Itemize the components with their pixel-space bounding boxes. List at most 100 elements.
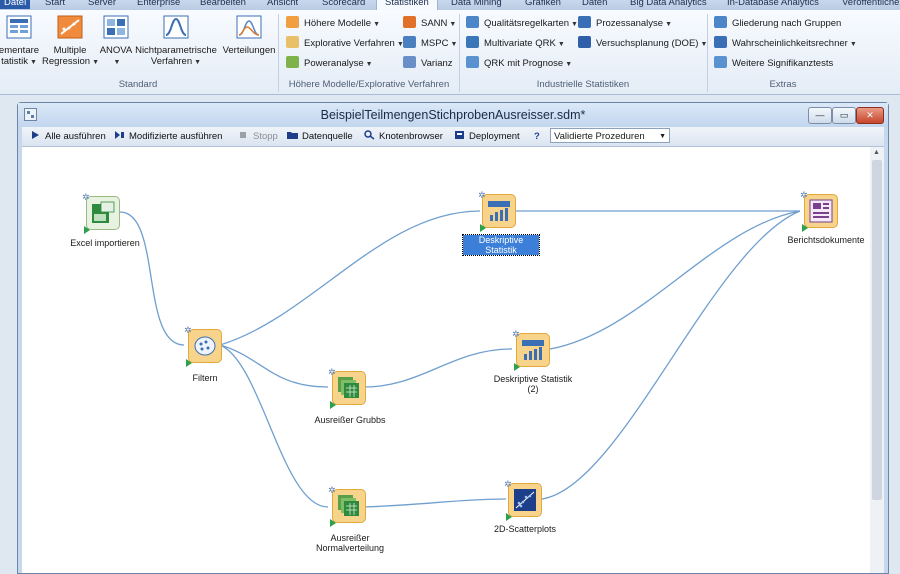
node-filtern[interactable]: ✲: [184, 325, 222, 367]
tab-bearbeiten[interactable]: Bearbeiten: [200, 0, 246, 9]
versuchsplanung-doe-button[interactable]: Versuchsplanung (DOE) ▼: [578, 36, 707, 52]
gear-icon: ✲: [82, 192, 90, 202]
nodebrowser-label: Knotenbrowser: [379, 131, 443, 142]
mspc-button[interactable]: MSPC ▼: [403, 36, 457, 52]
play-icon: [480, 224, 486, 232]
filter-icon: [194, 336, 216, 356]
multiple-regression-button[interactable]: Multiple Regression ▼: [42, 15, 99, 68]
close-button[interactable]: ✕: [856, 107, 884, 124]
group-title-standard: Standard: [118, 79, 158, 90]
deployment-icon: [455, 131, 464, 139]
tab-ansicht[interactable]: Ansicht: [267, 0, 298, 9]
tab-veroeffentlichen[interactable]: Veröffentliche: [842, 0, 899, 9]
run-modified-button[interactable]: Modifizierte ausführen: [114, 129, 222, 144]
ribbon-tab-strip: Datei Start Server Enterprise Bearbeiten…: [0, 0, 900, 10]
node-ausreisser-grubbs[interactable]: ✲: [328, 367, 366, 409]
tab-grafiken[interactable]: Grafiken: [525, 0, 561, 9]
connection-filter-normalverteilung: [219, 344, 329, 508]
nichtparametrisch-label-2: Verfahren: [150, 56, 193, 67]
multiple-label-2: Regression: [42, 56, 91, 67]
maximize-button[interactable]: ▭: [832, 107, 856, 124]
anova-button[interactable]: ANOVA ▼: [98, 15, 134, 68]
multivariate-qrk-button[interactable]: Multivariate QRK ▼: [466, 36, 565, 52]
tab-datei[interactable]: Datei: [0, 0, 31, 9]
connection-lines: [119, 210, 801, 508]
gear-icon: ✲: [800, 190, 808, 200]
node-label-grubbs: Ausreißer Grubbs: [314, 415, 386, 425]
dropdown-arrow-icon: ▼: [565, 61, 573, 68]
dropdown-arrow-icon: ▼: [571, 21, 578, 28]
nichtparametrische-verfahren-button[interactable]: Nichtparametrische Verfahren ▼: [132, 15, 220, 68]
hoehere-modelle-button[interactable]: Höhere Modelle ▼: [286, 16, 380, 32]
wahrscheinlichkeitsrechner-label: Wahrscheinlichkeitsrechner: [732, 38, 848, 49]
tab-in-database[interactable]: In-Database Analytics: [727, 0, 819, 9]
excel-icon: [92, 201, 115, 223]
minimize-button[interactable]: —: [808, 107, 832, 124]
tab-daten[interactable]: Daten: [582, 0, 607, 9]
gliederung-nach-gruppen-button[interactable]: Gliederung nach Gruppen: [714, 16, 841, 32]
gear-icon: ✲: [478, 190, 486, 200]
node-2d-scatterplots[interactable]: ✲: [504, 479, 542, 521]
weitere-signifikanztests-button[interactable]: Weitere Signifikanztests: [714, 56, 833, 72]
verteilungen-icon: [236, 15, 262, 39]
datasource-button[interactable]: Datenquelle: [287, 129, 353, 144]
window-title: BeispielTeilmengenStichprobenAusreisser.…: [320, 108, 586, 122]
multivariate-qrk-label: Multivariate QRK: [484, 38, 556, 49]
tab-scorecard[interactable]: Scorecard: [322, 0, 365, 9]
deployment-button[interactable]: Deployment: [454, 129, 520, 144]
group-title-industrielle-statistiken: Industrielle Statistiken: [536, 79, 630, 90]
sann-button[interactable]: SANN ▼: [403, 16, 456, 32]
ribbon: ementare tatistik ▼ Multiple Regression ▼ …: [0, 10, 900, 95]
run-all-label: Alle ausführen: [45, 131, 106, 142]
procedure-select[interactable]: Validierte Prozeduren ▼: [550, 128, 670, 143]
qrk-mit-prognose-icon: [466, 56, 479, 68]
prozessanalyse-button[interactable]: Prozessanalyse ▼: [578, 16, 672, 32]
nichtparametrisch-label-1: Nichtparametrische: [135, 45, 217, 56]
tab-enterprise[interactable]: Enterprise: [137, 0, 180, 9]
nodebrowser-button[interactable]: Knotenbrowser: [364, 129, 443, 144]
node-deskriptive-statistik-2[interactable]: ✲: [512, 329, 550, 371]
scroll-up-icon[interactable]: ▲: [873, 149, 880, 156]
gliederung-icon: [714, 16, 727, 28]
poweranalyse-button[interactable]: Poweranalyse ▼: [286, 56, 373, 72]
wahrscheinlichkeitsrechner-icon: [714, 36, 727, 48]
gear-icon: ✲: [328, 485, 336, 495]
tab-statistiken[interactable]: Statistiken: [376, 0, 438, 10]
prozessanalyse-icon: [578, 16, 591, 28]
mspc-label: MSPC: [421, 38, 449, 49]
stop-button[interactable]: Stopp: [238, 129, 278, 144]
procedure-select-value: Validierte Prozeduren: [554, 131, 645, 142]
play-icon: [802, 224, 808, 232]
node-berichtsdokumente[interactable]: ✲: [800, 190, 838, 232]
play-icon: [506, 513, 512, 521]
tab-start[interactable]: Start: [45, 0, 65, 9]
node-excel-importieren[interactable]: ✲: [82, 192, 120, 234]
varianz-button[interactable]: Varianz: [403, 56, 453, 72]
signifikanztests-icon: [714, 56, 727, 68]
elementare-statistik-button[interactable]: ementare tatistik ▼: [0, 15, 44, 68]
play-icon: [84, 226, 90, 234]
regression-icon: [57, 15, 83, 39]
prozessanalyse-label: Prozessanalyse: [596, 18, 664, 29]
dropdown-arrow-icon: ▼: [449, 21, 457, 28]
scrollbar-thumb[interactable]: [872, 160, 882, 500]
vertical-scrollbar[interactable]: ▲: [870, 147, 884, 573]
wahrscheinlichkeitsrechner-button[interactable]: Wahrscheinlichkeitsrechner ▼: [714, 36, 857, 52]
run-modified-label: Modifizierte ausführen: [129, 131, 223, 142]
tab-server[interactable]: Server: [88, 0, 116, 9]
dropdown-arrow-icon: ▼: [665, 21, 672, 28]
tab-big-data[interactable]: Big Data Analytics: [630, 0, 707, 9]
qualitaetsregelkarten-button[interactable]: Qualitätsregelkarten ▼: [466, 16, 578, 32]
run-all-button[interactable]: Alle ausführen: [30, 129, 106, 144]
qrk-mit-prognose-button[interactable]: QRK mit Prognose ▼: [466, 56, 572, 72]
node-deskriptive-statistik[interactable]: ✲: [478, 190, 516, 232]
help-button[interactable]: ?: [534, 129, 540, 144]
window-title-bar[interactable]: BeispielTeilmengenStichprobenAusreisser.…: [18, 103, 888, 127]
workflow-canvas[interactable]: ✲ Excel importieren ✲ Filtern ✲ Deskript…: [22, 147, 870, 573]
tab-data-mining[interactable]: Data Mining: [451, 0, 502, 9]
verteilungen-button[interactable]: Verteilungen: [220, 15, 278, 56]
node-ausreisser-normalverteilung[interactable]: ✲: [328, 485, 366, 527]
anova-label: ANOVA: [99, 45, 133, 56]
explorative-verfahren-button[interactable]: Explorative Verfahren ▼: [286, 36, 404, 52]
node-label-bericht: Berichtsdokumente: [787, 235, 865, 245]
